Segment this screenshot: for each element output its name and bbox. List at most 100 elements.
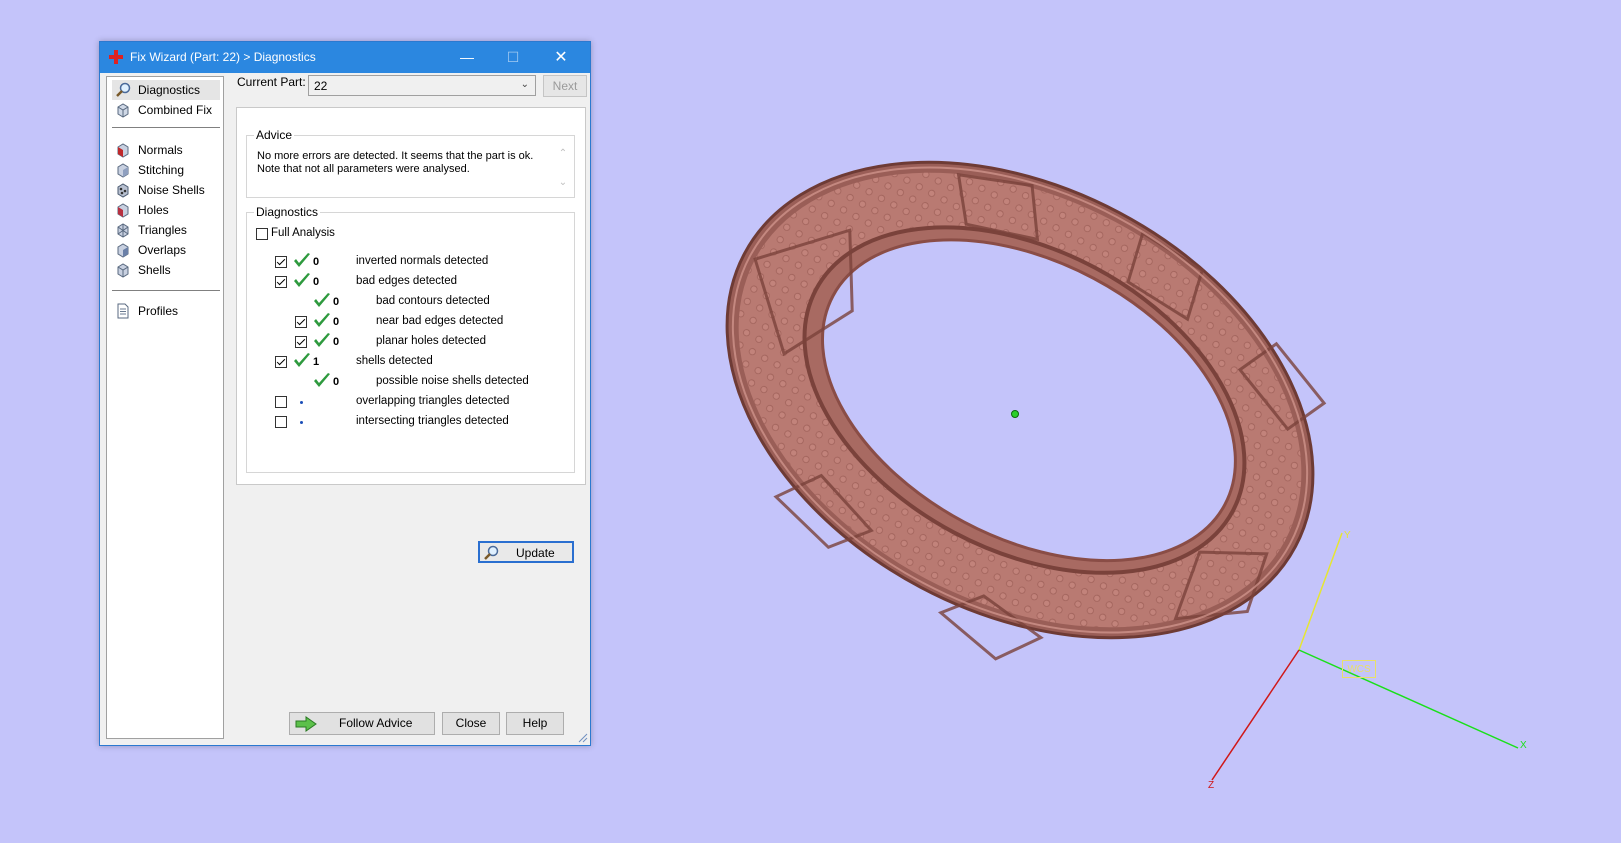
green-check-icon (314, 293, 330, 307)
full-analysis-label: Full Analysis (271, 227, 335, 239)
diagnostic-label: intersecting triangles detected (356, 415, 509, 427)
diagnostic-count: 0 (333, 296, 340, 308)
fix-wizard-window: Fix Wizard (Part: 22) > Diagnostics — ☐ … (99, 41, 591, 746)
nav-item-label: Diagnostics (138, 83, 201, 97)
nav-item-label: Triangles (138, 223, 187, 237)
diagnostic-count: 0 (333, 376, 340, 388)
nav-item-normals[interactable]: Normals (112, 140, 220, 160)
nav-item-label: Overlaps (138, 243, 187, 257)
follow-advice-button[interactable]: Follow Advice (289, 712, 435, 735)
follow-advice-label: Follow Advice (339, 716, 413, 730)
cubes-icon (117, 103, 129, 118)
nav-item-label: Shells (138, 263, 171, 277)
nav-item-label: Normals (138, 143, 183, 157)
x-axis-label: X (1520, 740, 1527, 751)
nav-item-label: Holes (138, 203, 169, 217)
nav-item-label: Noise Shells (138, 183, 205, 197)
nav-item-diagnostics[interactable]: Diagnostics (112, 80, 220, 100)
diagnostic-checkbox[interactable] (275, 276, 287, 288)
nav-item-shells[interactable]: Shells (112, 260, 220, 280)
update-button[interactable]: Update (478, 541, 574, 563)
z-axis-line (1211, 649, 1300, 781)
diagnostic-label: bad contours detected (376, 295, 490, 307)
x-axis-line (1298, 649, 1519, 749)
wcs-origin-label: WCS (1342, 660, 1376, 678)
diagnostic-checkbox[interactable] (275, 256, 287, 268)
window-title: Fix Wizard (Part: 22) > Diagnostics (130, 50, 316, 64)
diagnostic-label: inverted normals detected (356, 255, 489, 267)
nav-item-stitching[interactable]: Stitching (112, 160, 220, 180)
diagnostic-label: possible noise shells detected (376, 375, 529, 387)
nav-item-holes[interactable]: Holes (112, 200, 220, 220)
close-button[interactable]: Close (442, 712, 500, 735)
current-part-label: Current Part: (237, 75, 306, 89)
nav-item-overlaps[interactable]: Overlaps (112, 240, 220, 260)
green-check-icon (314, 373, 330, 387)
maximize-button[interactable]: ☐ (490, 42, 536, 73)
green-check-icon (294, 353, 310, 367)
diagnostic-checkbox[interactable] (275, 416, 287, 428)
help-button[interactable]: Help (506, 712, 564, 735)
diagnostics-group: Diagnostics Full Analysis 0 inverted norm… (246, 205, 575, 563)
pivot-marker (1011, 410, 1019, 418)
advice-line-1: No more errors are detected. It seems th… (257, 150, 534, 162)
resize-grip-icon[interactable] (578, 733, 588, 743)
diagnostic-label: overlapping triangles detected (356, 395, 510, 407)
ring-model (725, 160, 1519, 781)
noise-shells-icon (117, 183, 129, 198)
current-part-select[interactable]: 22 ⌄ (308, 75, 536, 96)
magnifier-icon (484, 545, 499, 560)
diagnostic-count: 0 (333, 316, 340, 328)
advice-text: No more errors are detected. It seems th… (257, 150, 537, 176)
title-bar[interactable]: Fix Wizard (Part: 22) > Diagnostics — ☐ … (100, 42, 590, 73)
current-part-value: 22 (314, 79, 328, 93)
nav-separator (112, 127, 220, 128)
diagnostic-checkbox[interactable] (295, 316, 307, 328)
diagnostic-label: shells detected (356, 355, 433, 367)
green-check-icon (314, 333, 330, 347)
overlaps-cube-icon (117, 243, 129, 258)
shells-cube-icon (117, 263, 129, 278)
advice-scrollbar[interactable]: ⌃ ⌄ (556, 148, 570, 194)
nav-item-triangles[interactable]: Triangles (112, 220, 220, 240)
chevron-down-icon: ⌄ (520, 79, 529, 90)
diagnostic-label: near bad edges detected (376, 315, 504, 327)
diagnostic-count: 0 (313, 276, 320, 288)
status-dot (300, 421, 303, 424)
z-axis-label: Z (1208, 780, 1215, 791)
nav-item-label: Profiles (138, 304, 179, 318)
nav-item-combined-fix[interactable]: Combined Fix (112, 100, 220, 120)
red-cross-icon (109, 50, 123, 64)
stitching-cube-icon (117, 163, 129, 178)
advice-line-2: Note that not all parameters were analys… (257, 163, 470, 175)
advice-caption: Advice (254, 128, 295, 142)
normals-cube-icon (117, 143, 129, 158)
nav-item-noise-shells[interactable]: Noise Shells (112, 180, 220, 200)
magnifier-icon (116, 82, 131, 97)
diagnostic-label: bad edges detected (356, 275, 458, 287)
diagnostic-checkbox[interactable] (275, 356, 287, 368)
green-check-icon (294, 273, 310, 287)
arrow-right-icon (295, 716, 317, 732)
minimize-button[interactable]: — (444, 42, 490, 73)
close-window-button[interactable]: ✕ (538, 42, 584, 73)
green-check-icon (314, 313, 330, 327)
diagnostic-checkbox[interactable] (295, 336, 307, 348)
nav-panel: Diagnostics Combined Fix Normals Stitchi… (106, 76, 224, 739)
nav-separator (112, 290, 220, 291)
diagnostic-count: 0 (333, 336, 340, 348)
scroll-down-icon: ⌄ (558, 177, 568, 188)
diagnostic-count: 1 (313, 356, 320, 368)
nav-item-profiles[interactable]: Profiles (112, 301, 220, 321)
triangles-cube-icon (117, 223, 129, 238)
holes-cube-icon (117, 203, 129, 218)
next-button[interactable]: Next (543, 75, 587, 97)
nav-item-label: Stitching (138, 163, 185, 177)
advice-group: Advice No more errors are detected. It s… (246, 128, 575, 198)
3d-viewport[interactable]: Y X Z WCS (600, 0, 1621, 843)
diagnostic-label: planar holes detected (376, 335, 486, 347)
diagnostic-checkbox[interactable] (275, 396, 287, 408)
status-dot (300, 401, 303, 404)
full-analysis-checkbox[interactable] (256, 228, 268, 240)
diagnostic-count: 0 (313, 256, 320, 268)
